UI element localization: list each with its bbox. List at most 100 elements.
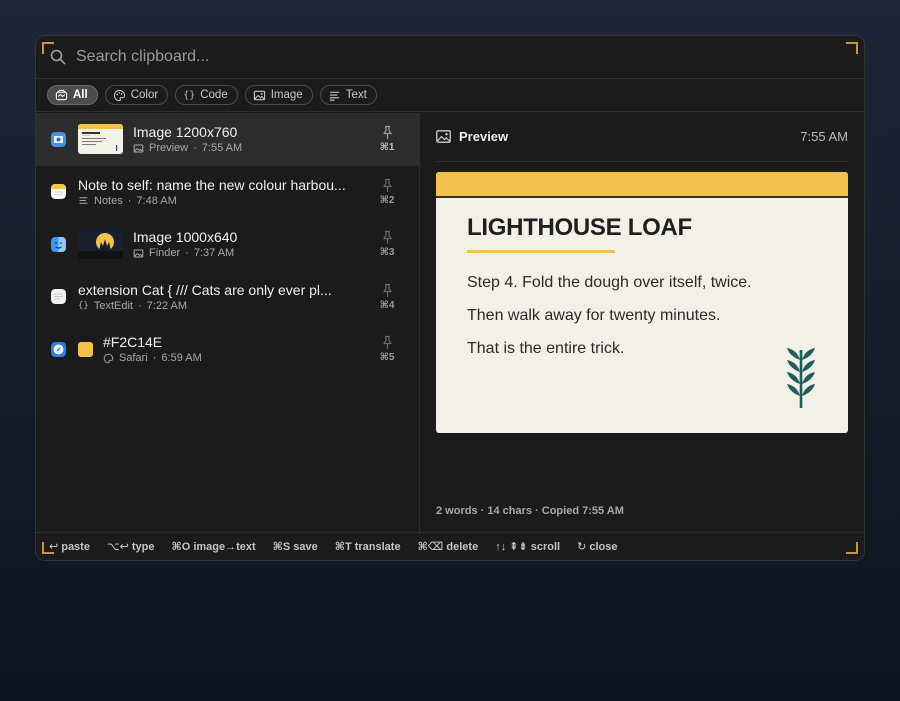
card-line: Step 4. Fold the dough over itself, twic… <box>467 274 752 291</box>
palette-icon <box>113 89 125 101</box>
footer-label: paste <box>61 541 90 553</box>
footer-label: close <box>589 541 618 553</box>
item-source: Notes <box>94 194 123 207</box>
footer-label: ⌘⌫ delete <box>417 541 479 553</box>
text-lines-icon <box>329 91 339 101</box>
textedit-app-icon <box>51 289 66 305</box>
search-input[interactable] <box>76 48 776 66</box>
item-title: Image 1200x760 <box>133 124 238 141</box>
filter-all-label: All <box>73 89 88 101</box>
meta-separator: · <box>185 247 189 260</box>
filter-text[interactable]: Text <box>319 85 377 105</box>
main-body: Image 1200x760 Preview · 7:55 AM ⌘1 Note… <box>36 113 864 534</box>
filter-all[interactable]: All <box>47 85 98 105</box>
corner-bracket <box>846 42 858 54</box>
list-item[interactable]: extension Cat { /// Cats are only ever p… <box>36 271 419 324</box>
preview-app-icon <box>51 131 66 147</box>
footer-scroll[interactable]: ↑↓ ⇞⇟ scroll <box>495 540 560 553</box>
item-time: 7:22 AM <box>146 299 188 312</box>
filter-code[interactable]: {} Code <box>175 85 238 105</box>
item-source: Finder <box>149 247 181 260</box>
list-item[interactable]: Note to self: name the new colour harbou… <box>36 166 419 219</box>
list-item[interactable]: Image 1200x760 Preview · 7:55 AM ⌘1 <box>36 113 419 166</box>
color-swatch <box>78 341 93 357</box>
item-title: #F2C14E <box>103 334 163 351</box>
footer-save[interactable]: ⌘S save <box>273 540 318 553</box>
item-shortcut: ⌘1 <box>379 142 395 154</box>
preview-header: Preview 7:55 AM <box>436 125 848 162</box>
item-title: extension Cat { /// Cats are only ever p… <box>78 281 332 298</box>
braces-icon: {} <box>183 89 196 101</box>
finder-app-icon <box>51 236 66 252</box>
image-icon <box>436 129 451 143</box>
meta-separator: · <box>127 194 132 207</box>
footer-label: ⌘O image→text <box>171 541 256 553</box>
preview-time: 7:55 AM <box>800 128 848 144</box>
pin-icon[interactable] <box>381 230 394 245</box>
image-icon <box>253 90 265 100</box>
item-time: 6:59 AM <box>161 352 202 365</box>
braces-icon: {} <box>78 300 89 311</box>
card-line: That is the entire trick. <box>467 340 625 357</box>
preview-stats: 2 words · 14 chars · Copied 7:55 AM <box>436 505 624 517</box>
refresh-icon: ↻ <box>577 540 587 553</box>
filter-image[interactable]: Image <box>244 85 313 105</box>
pin-icon[interactable] <box>381 335 394 350</box>
footer-label: ⌘S save <box>272 541 318 553</box>
image-icon <box>133 144 144 153</box>
card-line: Then walk away for twenty minutes. <box>467 307 721 324</box>
item-title: Note to self: name the new colour harbou… <box>78 176 346 193</box>
fern-icon <box>787 348 815 408</box>
meta-separator: · <box>152 352 157 365</box>
option-return-icon: ⌥↩ <box>106 540 129 553</box>
notes-app-icon <box>51 184 66 200</box>
list-item[interactable]: Image 1000x640 Finder · 7:37 AM ⌘3 <box>36 218 419 271</box>
search-bar <box>36 36 864 79</box>
item-shortcut: ⌘5 <box>379 352 395 364</box>
image-thumbnail <box>78 229 123 260</box>
item-shortcut: ⌘3 <box>379 247 395 259</box>
card-top-band <box>436 172 848 198</box>
footer-type[interactable]: ⌥↩ type <box>107 540 155 553</box>
filter-color[interactable]: Color <box>104 85 169 105</box>
footer-label: ↑↓ ⇞⇟ scroll <box>495 541 561 553</box>
footer-image-to-text[interactable]: ⌘O image→text <box>172 540 256 553</box>
all-icon <box>55 89 68 100</box>
text-lines-icon <box>79 197 88 205</box>
item-shortcut: ⌘4 <box>379 299 395 311</box>
item-time: 7:55 AM <box>201 142 243 155</box>
meta-separator: · <box>137 299 142 312</box>
clipboard-window: All Color {} Code Image Text <box>35 35 865 561</box>
pin-icon[interactable] <box>381 178 394 193</box>
filter-image-label: Image <box>270 89 303 101</box>
item-time: 7:48 AM <box>136 194 177 207</box>
pin-icon[interactable] <box>381 283 394 298</box>
item-source: TextEdit <box>93 299 133 312</box>
preview-image: LIGHTHOUSE LOAF Step 4. Fold the dough o… <box>436 172 848 433</box>
filter-text-label: Text <box>345 89 367 101</box>
footer-paste[interactable]: ↩ paste <box>49 540 90 553</box>
image-icon <box>133 249 144 258</box>
filter-code-label: Code <box>200 89 228 101</box>
item-source: Safari <box>119 352 148 365</box>
footer-translate[interactable]: ⌘T translate <box>335 540 401 553</box>
preview-pane: Preview 7:55 AM LIGHTHOUSE LOAF Step 4. … <box>420 113 864 534</box>
list-item[interactable]: #F2C14E Safari · 6:59 AM ⌘5 <box>36 323 419 376</box>
safari-app-icon <box>51 341 66 357</box>
footer-delete[interactable]: ⌘⌫ delete <box>418 540 479 553</box>
footer-label: ⌘T translate <box>334 541 401 553</box>
card-heading: LIGHTHOUSE LOAF <box>467 214 692 241</box>
footer-close[interactable]: ↻ close <box>577 540 617 553</box>
item-title: Image 1000x640 <box>133 229 238 246</box>
shortcut-footer: ↩ paste ⌥↩ type ⌘O image→text ⌘S save ⌘T t… <box>36 532 864 560</box>
card-underline <box>467 250 615 253</box>
pin-icon[interactable] <box>381 125 394 140</box>
palette-icon <box>103 353 114 364</box>
item-shortcut: ⌘2 <box>379 194 395 206</box>
filter-color-label: Color <box>130 89 159 101</box>
item-source: Preview <box>149 142 189 155</box>
image-thumbnail <box>78 124 123 155</box>
footer-label: type <box>131 541 155 553</box>
item-time: 7:37 AM <box>193 247 235 260</box>
filter-bar: All Color {} Code Image Text <box>36 79 864 112</box>
